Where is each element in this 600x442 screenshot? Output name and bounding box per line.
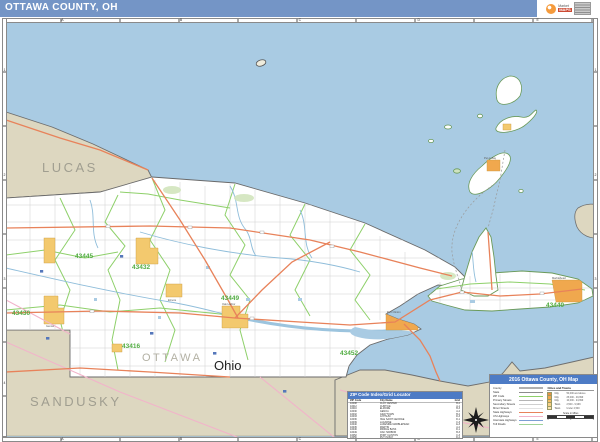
grid-letter: E	[536, 19, 538, 23]
grid-letter: A	[61, 19, 63, 23]
cities-and-towns-header: Cities and Towns	[547, 386, 594, 391]
town-label: Put-in-Bay	[484, 156, 497, 160]
town-area-elmore	[166, 284, 182, 297]
publisher-logo: Market MAPS	[537, 0, 600, 17]
city-pop-range: 25,000 - 49,999	[566, 396, 583, 399]
legend-line-sample	[519, 420, 543, 421]
town-area	[112, 344, 122, 352]
title-bar: OTTAWA COUNTY, OH Market MAPS	[0, 0, 600, 17]
zip-label: 43452	[340, 350, 358, 357]
legend-line-sample	[519, 392, 543, 393]
city-class-label: City	[554, 392, 564, 395]
legend-line-sample	[519, 416, 543, 417]
ottawa-county-map-page: { "title_bar": { "title": "OTTAWA COUNTY…	[0, 0, 600, 442]
legend-line-sample	[519, 400, 543, 401]
legend-line-label: County	[493, 387, 502, 390]
grid-letter: C	[299, 438, 302, 442]
legend-line-label: State	[493, 391, 499, 394]
zip-label: 43440	[546, 302, 564, 309]
scale-tick: 2	[593, 419, 594, 421]
city-swatch	[547, 406, 552, 411]
city-pop-range: Under 2,500	[566, 407, 579, 410]
grid-letter: C	[299, 19, 302, 23]
zip-index-title: ZIP Code Index/Grid Locator	[348, 392, 462, 399]
county-label-lucas: LUCAS	[42, 160, 98, 175]
zip-label: 43416	[122, 343, 140, 350]
zip-cell: 43456	[348, 437, 378, 439]
legend-line-sample	[519, 412, 543, 413]
county-label-sandusky: SANDUSKY	[30, 394, 122, 409]
marketmaps-swirl-icon	[546, 4, 556, 14]
zip-index-panel: ZIP Code Index/Grid Locator ZIP Code Cit…	[347, 391, 463, 439]
legend-line-label: State Highways	[493, 411, 512, 414]
legend-line-label: Toll Roads	[493, 423, 506, 426]
grid-letter: E	[536, 438, 538, 442]
grid-number: 1	[4, 69, 6, 73]
scale-tick: 0	[547, 419, 548, 421]
grid-cell: D-2	[444, 437, 462, 439]
city-cell: PUT IN BAY	[378, 437, 444, 439]
grid-number: 2	[595, 174, 597, 178]
grid-ruler-top: A B C D E	[2, 18, 598, 23]
zip-label: 43430	[12, 310, 30, 317]
legend-line-item: Toll Roads	[493, 423, 543, 427]
legend-line-label: Primary Streets	[493, 399, 512, 402]
legend-title: 2016 Ottawa County, OH Map	[490, 375, 597, 384]
city-class-label: Town	[554, 403, 564, 406]
scale-tick: 1	[570, 419, 571, 421]
town-label: Genoa	[46, 324, 54, 328]
town-label: Marblehead	[552, 276, 566, 280]
marketmaps-wordmark: Market MAPS	[558, 5, 572, 13]
city-pop-range: 50,000 and above	[566, 392, 585, 395]
legend-line-label: US Highways	[493, 415, 509, 418]
legend-line-label: ZIP Code	[493, 395, 504, 398]
city-class-label: Town	[554, 407, 564, 410]
page-title: OTTAWA COUNTY, OH	[5, 2, 118, 13]
legend-line-sample	[519, 387, 543, 388]
zip-label: 43445	[75, 253, 93, 260]
legend-line-label: Minor Streets	[493, 407, 509, 410]
county-label-ottawa: OTTAWA	[142, 352, 202, 364]
grid-number: 3	[595, 278, 597, 282]
city-class-label: City	[554, 399, 564, 402]
city-pop-range: 10,000 - 24,999	[566, 399, 583, 402]
legend-line-label: Interstate Highways	[493, 419, 517, 422]
grid-letter: B	[180, 438, 182, 442]
town-label: Elmore	[168, 298, 177, 302]
mouse-island	[519, 189, 523, 192]
city-class-label: City	[554, 396, 564, 399]
grid-letter: D	[418, 19, 421, 23]
town-area-put-in-bay	[487, 160, 500, 171]
town-label: Port Clinton	[387, 310, 401, 314]
legend-line-sample	[519, 396, 543, 397]
grid-letter: B	[180, 19, 182, 23]
grid-ruler-left: 1 2 3 4	[2, 18, 7, 437]
legend-city-item: Town Under 2,500	[547, 406, 594, 410]
town-label: Oak Harbor	[222, 302, 236, 306]
legend-line-label: Secondary Streets	[493, 403, 515, 406]
grid-number: 1	[595, 69, 597, 73]
town-area	[44, 238, 55, 263]
town-area-middle-bass	[503, 124, 511, 130]
grid-letter: A	[61, 438, 63, 442]
legend-line-sample	[519, 404, 543, 405]
grid-number: 2	[4, 174, 6, 178]
publisher-address-box	[574, 2, 591, 15]
zip-index-table: ZIP Code City Name Grid 43408 CLAY CENTE…	[348, 399, 462, 439]
grid-number: 3	[4, 278, 6, 282]
green-island	[454, 169, 461, 173]
zip-table-row: 43456 PUT IN BAY D-2	[348, 437, 462, 439]
legend-line-sample	[519, 424, 543, 425]
grid-number: 4	[4, 382, 6, 386]
legend-line-sample	[519, 408, 543, 409]
zip-label: 43432	[132, 264, 150, 271]
state-label-ohio: Ohio	[214, 358, 241, 373]
map-legend-panel: 2016 Ottawa County, OH Map County State …	[489, 374, 598, 438]
scale-bar: Scale in Miles 012	[547, 412, 594, 421]
city-pop-range: 2,500 - 9,999	[566, 403, 580, 406]
zip-label: 43449	[221, 295, 239, 302]
